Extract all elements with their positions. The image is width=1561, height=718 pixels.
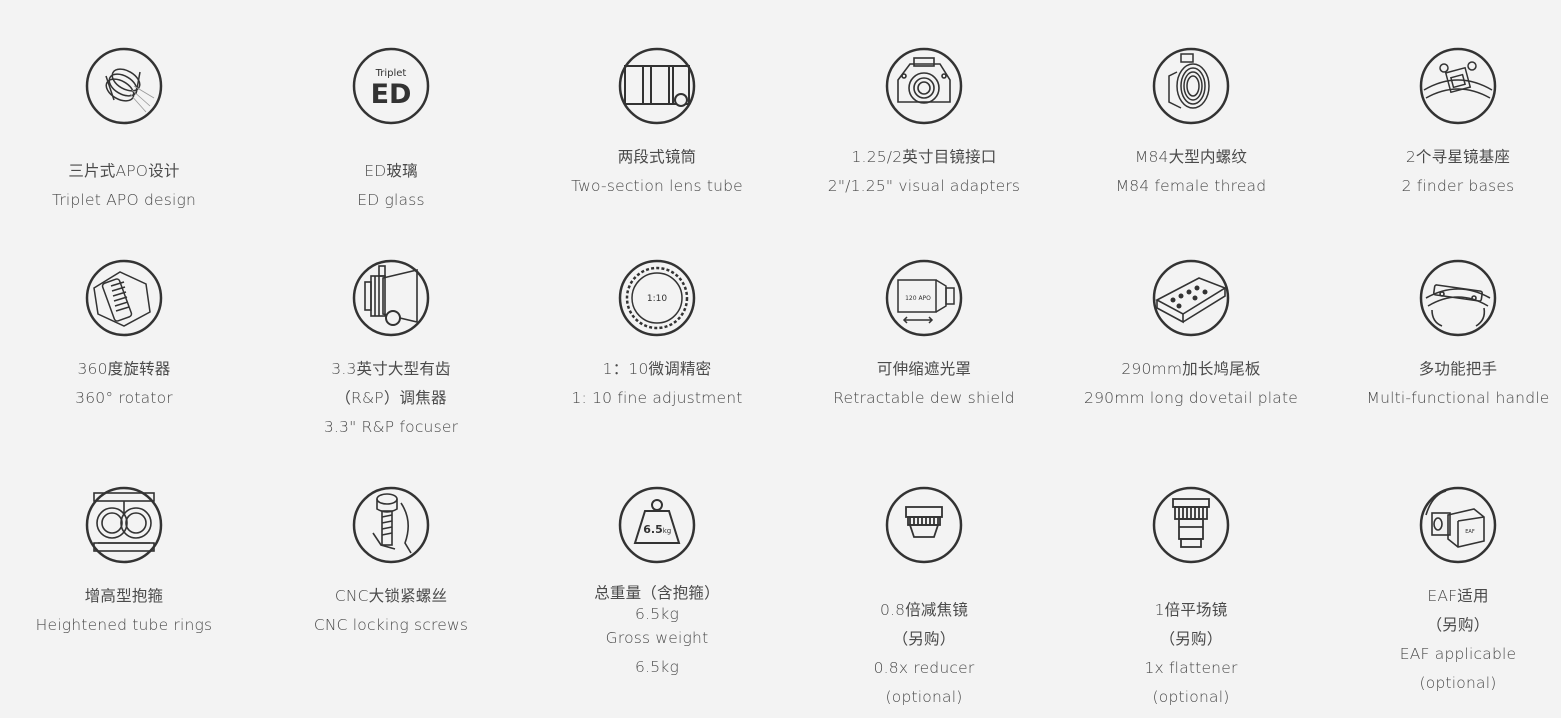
feature-focuser: 3.3英寸大型有齿 （R&P）调焦器 3.3" R&P focuser xyxy=(258,258,524,442)
feature-locking-screws: CNC大锁紧螺丝 CNC locking screws xyxy=(258,485,524,640)
feature-dovetail-plate: 290mm加长鸠尾板 290mm long dovetail plate xyxy=(1058,258,1324,413)
feature-rotator: 360度旋转器 360° rotator xyxy=(0,258,257,413)
fine-adjustment-dial-icon: 1:10 xyxy=(618,259,696,337)
tube-rings-icon xyxy=(85,486,163,564)
feature-title: M84大型内螺纹 xyxy=(1134,148,1248,166)
feature-gross-weight: 6.5 kg 总重量（含抱箍） 6.5kg Gross weight 6.5kg xyxy=(524,485,790,682)
feature-subtitle: 1: 10 fine adjustment xyxy=(571,389,743,407)
flattener-icon xyxy=(1152,486,1230,564)
feature-title: 两段式镜筒 xyxy=(617,148,697,166)
svg-text:EAF: EAF xyxy=(1465,529,1475,535)
feature-subtitle: 290mm long dovetail plate xyxy=(1084,389,1298,407)
feature-optional-cn: （另购） xyxy=(1426,616,1490,634)
feature-subtitle: EAF applicable xyxy=(1399,645,1517,663)
female-thread-icon xyxy=(1152,47,1230,125)
feature-subtitle: M84 female thread xyxy=(1115,177,1267,195)
feature-subtitle: 1x flattener xyxy=(1144,659,1238,677)
feature-optional-cn: （另购） xyxy=(892,630,956,648)
feature-title: 2个寻星镜基座 xyxy=(1405,148,1511,166)
feature-optional-en: (optional) xyxy=(885,688,963,706)
feature-optional-cn: （另购） xyxy=(1159,630,1223,648)
feature-title: 三片式APO设计 xyxy=(68,162,180,180)
feature-title: 0.8倍减焦镜 xyxy=(879,601,969,619)
feature-tube-rings: 增高型抱箍 Heightened tube rings xyxy=(0,485,257,640)
feature-title: ED玻璃 xyxy=(364,162,418,180)
feature-subtitle: CNC locking screws xyxy=(313,616,469,634)
svg-text:6.5: 6.5 xyxy=(643,523,663,536)
feature-subtitle: Multi-functional handle xyxy=(1366,389,1550,407)
feature-dew-shield: 120 APO 可伸缩遮光罩 Retractable dew shield xyxy=(791,258,1057,413)
feature-title: 可伸缩遮光罩 xyxy=(876,360,972,378)
finder-base-icon xyxy=(1419,47,1497,125)
eaf-icon: EAF xyxy=(1419,486,1497,564)
locking-screw-icon xyxy=(352,486,430,564)
ed-glass-icon: Triplet ED xyxy=(352,47,430,125)
feature-title: 360度旋转器 xyxy=(77,360,171,378)
feature-subtitle: Heightened tube rings xyxy=(35,616,213,634)
feature-subtitle: Retractable dew shield xyxy=(833,389,1015,407)
feature-title: 1：10微调精密 xyxy=(602,360,712,378)
feature-two-section-tube: 两段式镜筒 Two-section lens tube xyxy=(524,46,790,201)
triplet-lens-icon xyxy=(85,47,163,125)
feature-reducer: 0.8倍减焦镜 （另购） 0.8x reducer (optional) xyxy=(791,485,1057,712)
feature-ed-glass: Triplet ED ED玻璃 ED glass xyxy=(258,46,524,215)
feature-subtitle: ED glass xyxy=(357,191,425,209)
reducer-icon xyxy=(885,486,963,564)
feature-female-thread: M84大型内螺纹 M84 female thread xyxy=(1058,46,1324,201)
feature-fine-adjustment: 1:10 1：10微调精密 1: 10 fine adjustment xyxy=(524,258,790,413)
feature-subtitle: 2"/1.25" visual adapters xyxy=(827,177,1021,195)
feature-handle: 多功能把手 Multi-functional handle xyxy=(1325,258,1561,413)
svg-text:kg: kg xyxy=(663,527,672,535)
svg-text:1:10: 1:10 xyxy=(647,294,667,304)
feature-title: 总重量（含抱箍） xyxy=(594,584,720,602)
two-section-tube-icon xyxy=(618,47,696,125)
feature-title-cont: （R&P）调焦器 xyxy=(335,389,447,407)
feature-flattener: 1倍平场镜 （另购） 1x flattener (optional) xyxy=(1058,485,1324,712)
feature-title: CNC大锁紧螺丝 xyxy=(334,587,448,605)
feature-visual-adapters: 1.25/2英寸目镜接口 2"/1.25" visual adapters xyxy=(791,46,1057,201)
feature-value: 6.5kg xyxy=(635,605,679,623)
weight-icon: 6.5 kg xyxy=(618,486,696,564)
feature-subtitle: Two-section lens tube xyxy=(571,177,743,195)
dovetail-plate-icon xyxy=(1152,259,1230,337)
feature-optional-en: (optional) xyxy=(1152,688,1230,706)
handle-icon xyxy=(1419,259,1497,337)
feature-title: 290mm加长鸠尾板 xyxy=(1121,360,1261,378)
focuser-icon xyxy=(352,259,430,337)
svg-text:ED: ED xyxy=(371,79,412,110)
feature-subtitle: 0.8x reducer xyxy=(873,659,975,677)
feature-subtitle: 360° rotator xyxy=(75,389,173,407)
feature-title: EAF适用 xyxy=(1427,587,1489,605)
feature-subtitle: Triplet APO design xyxy=(51,191,197,209)
visual-adapter-icon xyxy=(885,47,963,125)
feature-title: 增高型抱箍 xyxy=(84,587,164,605)
svg-text:120 APO: 120 APO xyxy=(905,295,931,302)
feature-subtitle-value: 6.5kg xyxy=(635,658,679,676)
feature-triplet-apo: 三片式APO设计 Triplet APO design xyxy=(0,46,257,215)
rotator-icon xyxy=(85,259,163,337)
feature-title: 1倍平场镜 xyxy=(1154,601,1228,619)
feature-subtitle: 2 finder bases xyxy=(1401,177,1515,195)
feature-eaf: EAF EAF适用 （另购） EAF applicable (optional) xyxy=(1325,485,1561,698)
dew-shield-icon: 120 APO xyxy=(885,259,963,337)
feature-subtitle: Gross weight xyxy=(605,629,709,647)
svg-text:Triplet: Triplet xyxy=(375,68,407,79)
feature-title: 多功能把手 xyxy=(1418,360,1498,378)
feature-subtitle: 3.3" R&P focuser xyxy=(323,418,459,436)
feature-optional-en: (optional) xyxy=(1419,674,1497,692)
feature-finder-bases: 2个寻星镜基座 2 finder bases xyxy=(1325,46,1561,201)
feature-title: 3.3英寸大型有齿 xyxy=(331,360,451,378)
feature-title: 1.25/2英寸目镜接口 xyxy=(851,148,997,166)
